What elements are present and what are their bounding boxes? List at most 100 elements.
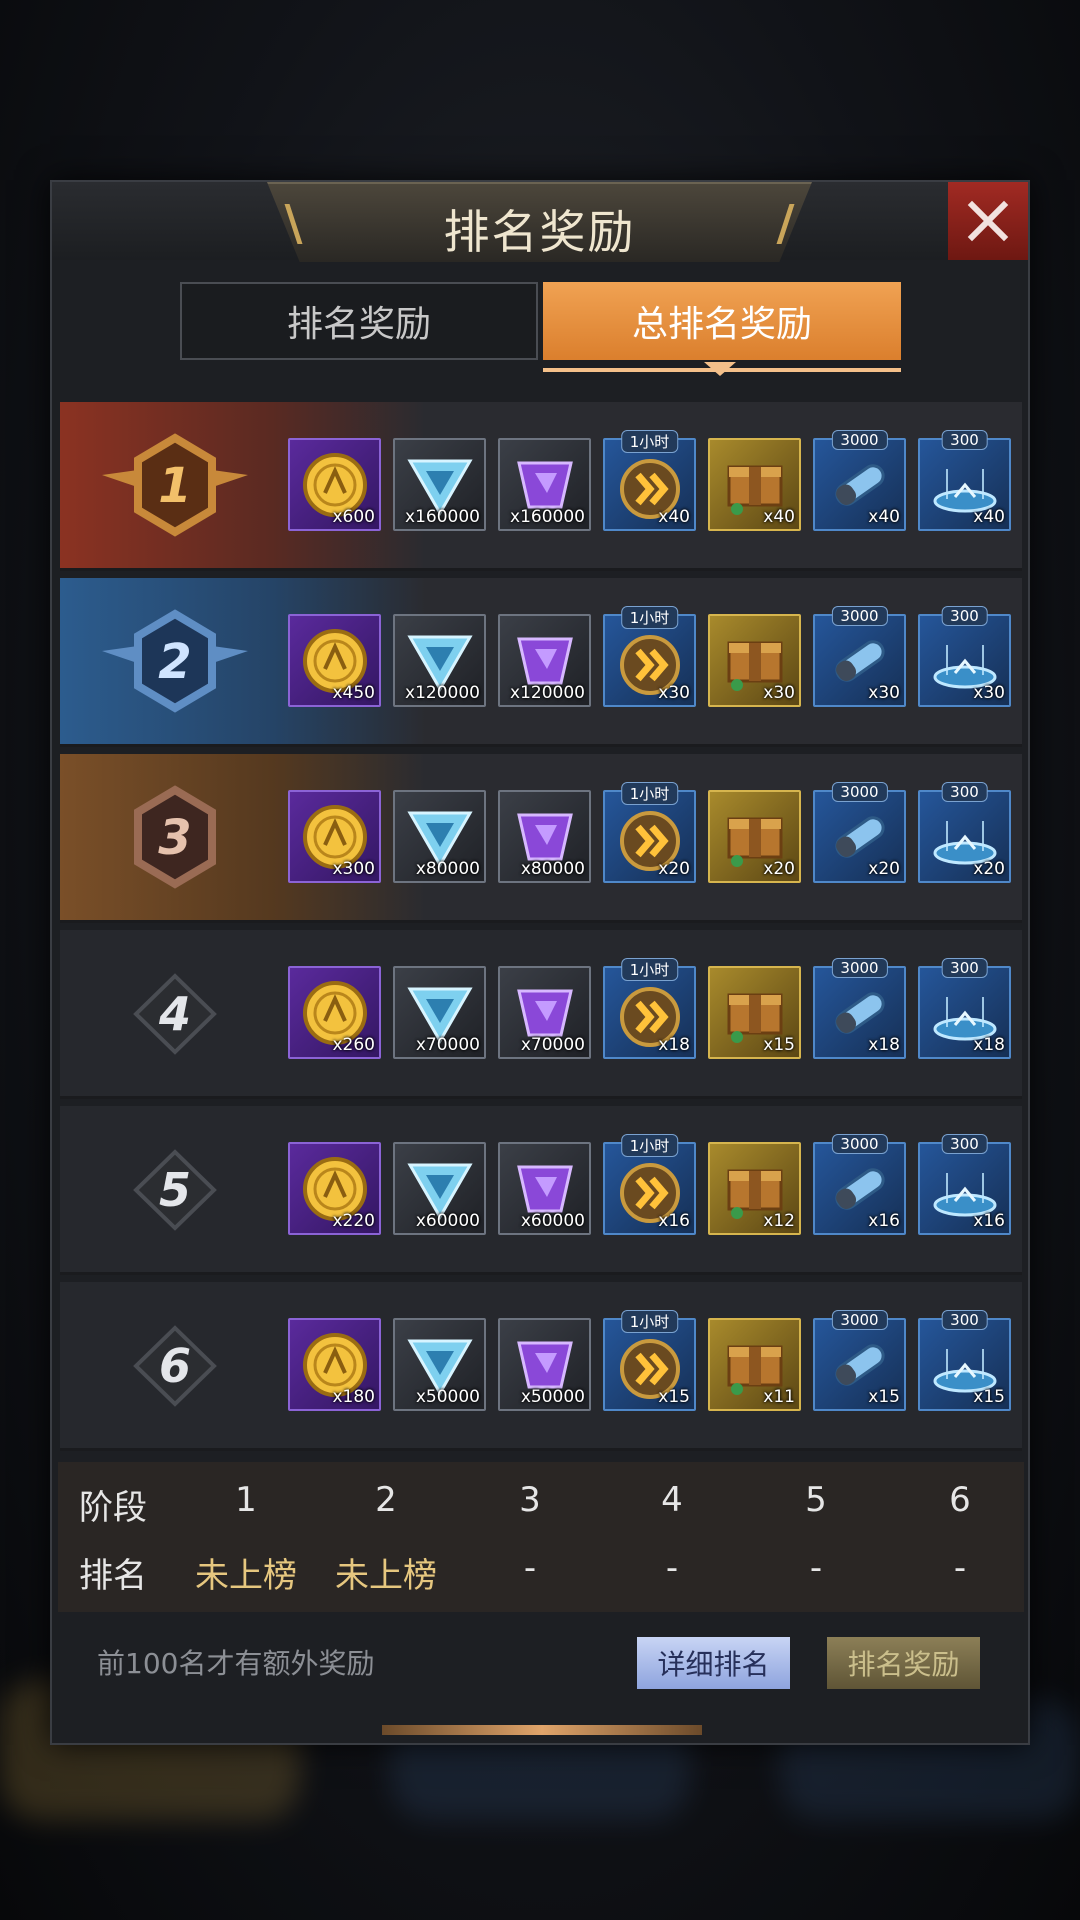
tab-total-ranking-reward[interactable]: 总排名奖励 bbox=[543, 282, 901, 372]
item-quantity: x40 bbox=[868, 507, 900, 527]
stage-rank-table: 阶段 1 2 3 4 5 6 排名 未上榜 未上榜 - - - - bbox=[58, 1462, 1024, 1612]
reward-item[interactable]: 3000 x30 bbox=[813, 606, 906, 707]
item-quantity: x16 bbox=[868, 1211, 900, 1231]
close-icon bbox=[967, 200, 1009, 242]
svg-text:2: 2 bbox=[158, 634, 191, 690]
item-quantity: x120000 bbox=[510, 683, 585, 703]
reward-item[interactable]: 1小时 x15 bbox=[603, 1310, 696, 1411]
reward-item[interactable]: x160000 bbox=[498, 438, 591, 531]
item-quantity: x18 bbox=[973, 1035, 1005, 1055]
stage-number: 6 bbox=[949, 1480, 971, 1520]
reward-item[interactable]: 300 x40 bbox=[918, 430, 1011, 531]
item-tag: 300 bbox=[941, 1310, 988, 1330]
reward-item[interactable]: x260 bbox=[288, 966, 381, 1059]
item-quantity: x30 bbox=[868, 683, 900, 703]
rank-value: 未上榜 bbox=[335, 1556, 437, 1596]
reward-item[interactable]: x600 bbox=[288, 438, 381, 531]
item-tag: 1小时 bbox=[620, 782, 679, 805]
reward-item[interactable]: 3000 x18 bbox=[813, 958, 906, 1059]
item-tag: 3000 bbox=[831, 782, 888, 802]
reward-item[interactable]: x80000 bbox=[393, 790, 486, 883]
reward-item[interactable]: 300 x30 bbox=[918, 606, 1011, 707]
rank-badge-icon: 2 bbox=[90, 596, 260, 726]
detail-ranking-button[interactable]: 详细排名 bbox=[637, 1637, 790, 1689]
item-quantity: x15 bbox=[868, 1387, 900, 1407]
reward-item[interactable]: 1小时 x40 bbox=[603, 430, 696, 531]
reward-item[interactable]: x220 bbox=[288, 1142, 381, 1235]
reward-item[interactable]: 300 x15 bbox=[918, 1310, 1011, 1411]
reward-item[interactable]: 1小时 x16 bbox=[603, 1134, 696, 1235]
item-quantity: x70000 bbox=[520, 1035, 585, 1055]
reward-item[interactable]: x50000 bbox=[393, 1318, 486, 1411]
rank-value: - bbox=[523, 1548, 537, 1588]
reward-item[interactable]: x120000 bbox=[393, 614, 486, 707]
rank-value: 未上榜 bbox=[195, 1556, 297, 1596]
rank-value: - bbox=[809, 1548, 823, 1588]
item-quantity: x300 bbox=[332, 859, 375, 879]
stage-label: 阶段 bbox=[79, 1488, 147, 1528]
reward-item[interactable]: x120000 bbox=[498, 614, 591, 707]
reward-row-rank-1: 1 x600 x160000 x160000 1小时 x40 x40 3000 x40 300 x4… bbox=[60, 402, 1022, 571]
reward-item[interactable]: x11 bbox=[708, 1318, 801, 1411]
item-quantity: x18 bbox=[658, 1035, 690, 1055]
item-quantity: x260 bbox=[332, 1035, 375, 1055]
item-quantity: x80000 bbox=[520, 859, 585, 879]
item-tag: 1小时 bbox=[620, 430, 679, 453]
reward-item[interactable]: x80000 bbox=[498, 790, 591, 883]
ranking-reward-button[interactable]: 排名奖励 bbox=[827, 1637, 980, 1689]
reward-item[interactable]: x160000 bbox=[393, 438, 486, 531]
reward-item[interactable]: x70000 bbox=[498, 966, 591, 1059]
close-button[interactable] bbox=[948, 182, 1028, 260]
reward-item[interactable]: 3000 x20 bbox=[813, 782, 906, 883]
item-quantity: x15 bbox=[973, 1387, 1005, 1407]
item-quantity: x20 bbox=[973, 859, 1005, 879]
active-tab-indicator bbox=[704, 362, 736, 376]
reward-row-rank-2: 2 x450 x120000 x120000 1小时 x30 x30 3000 x30 300 x3… bbox=[60, 578, 1022, 747]
reward-item[interactable]: x20 bbox=[708, 790, 801, 883]
item-tag: 3000 bbox=[831, 1134, 888, 1154]
item-quantity: x50000 bbox=[415, 1387, 480, 1407]
item-quantity: x160000 bbox=[510, 507, 585, 527]
reward-item[interactable]: 1小时 x30 bbox=[603, 606, 696, 707]
item-quantity: x30 bbox=[658, 683, 690, 703]
item-quantity: x220 bbox=[332, 1211, 375, 1231]
svg-text:5: 5 bbox=[159, 1163, 191, 1217]
item-quantity: x120000 bbox=[405, 683, 480, 703]
rank-value: - bbox=[665, 1548, 679, 1588]
item-quantity: x15 bbox=[658, 1387, 690, 1407]
svg-text:1: 1 bbox=[158, 458, 191, 514]
reward-item[interactable]: 300 x20 bbox=[918, 782, 1011, 883]
reward-row-rank-3: 3 x300 x80000 x80000 1小时 x20 x20 3000 x20 300 x20 bbox=[60, 754, 1022, 923]
item-tag: 3000 bbox=[831, 606, 888, 626]
stage-number: 3 bbox=[519, 1480, 541, 1520]
reward-item[interactable]: x180 bbox=[288, 1318, 381, 1411]
reward-item[interactable]: x300 bbox=[288, 790, 381, 883]
reward-item[interactable]: x450 bbox=[288, 614, 381, 707]
ranking-reward-panel: 排名奖励 排名奖励 总排名奖励 1 x600 x160000 x160000 1小时 x4… bbox=[50, 180, 1030, 1745]
reward-item[interactable]: x40 bbox=[708, 438, 801, 531]
item-quantity: x11 bbox=[763, 1387, 795, 1407]
rank-badge-icon: 4 bbox=[90, 948, 260, 1078]
item-quantity: x70000 bbox=[415, 1035, 480, 1055]
reward-item[interactable]: x60000 bbox=[498, 1142, 591, 1235]
reward-item[interactable]: 1小时 x20 bbox=[603, 782, 696, 883]
reward-item[interactable]: x15 bbox=[708, 966, 801, 1059]
reward-item[interactable]: 300 x18 bbox=[918, 958, 1011, 1059]
item-tag: 1小时 bbox=[620, 958, 679, 981]
reward-item[interactable]: 3000 x40 bbox=[813, 430, 906, 531]
reward-item[interactable]: x70000 bbox=[393, 966, 486, 1059]
reward-item[interactable]: x30 bbox=[708, 614, 801, 707]
reward-item[interactable]: 300 x16 bbox=[918, 1134, 1011, 1235]
reward-item[interactable]: x12 bbox=[708, 1142, 801, 1235]
item-tag: 1小时 bbox=[620, 1310, 679, 1333]
svg-text:4: 4 bbox=[158, 987, 191, 1041]
item-tag: 3000 bbox=[831, 958, 888, 978]
reward-item[interactable]: x60000 bbox=[393, 1142, 486, 1235]
rank-badge-icon: 3 bbox=[90, 772, 260, 902]
tab-ranking-reward[interactable]: 排名奖励 bbox=[180, 282, 538, 360]
reward-item[interactable]: 3000 x15 bbox=[813, 1310, 906, 1411]
reward-item[interactable]: x50000 bbox=[498, 1318, 591, 1411]
item-quantity: x15 bbox=[763, 1035, 795, 1055]
reward-item[interactable]: 3000 x16 bbox=[813, 1134, 906, 1235]
reward-item[interactable]: 1小时 x18 bbox=[603, 958, 696, 1059]
